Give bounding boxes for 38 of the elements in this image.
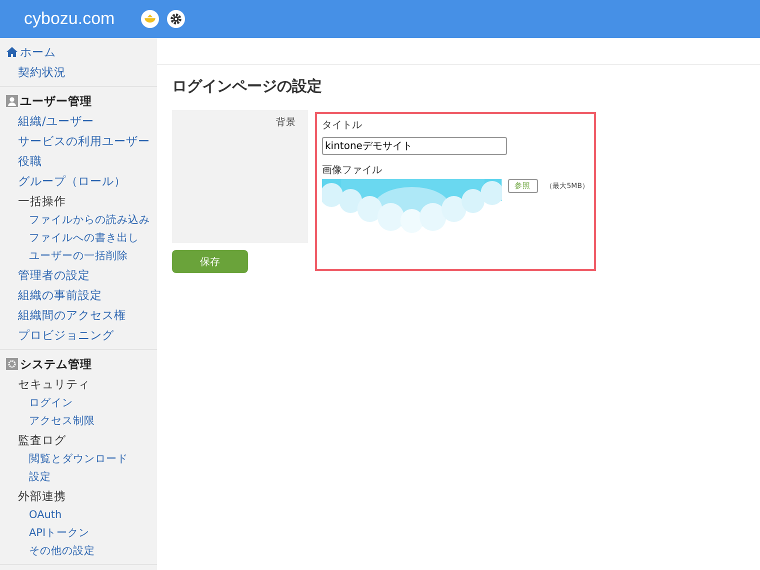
sidebar-link[interactable]: ファイルへの書き出し: [0, 229, 157, 247]
section-heading: システム管理: [20, 356, 92, 372]
group-label: 一括操作: [17, 193, 67, 210]
bowl-icon[interactable]: [140, 10, 159, 28]
gear-icon: [6, 358, 18, 370]
title-input[interactable]: kintoneデモサイト: [322, 137, 507, 155]
sidebar-link[interactable]: ユーザーの一括削除: [0, 247, 157, 265]
sidebar-link[interactable]: 組織/ユーザー: [0, 111, 157, 131]
sidebar-link[interactable]: 管理者の設定: [0, 265, 157, 285]
sidebar-link[interactable]: 設定: [0, 468, 157, 486]
sidebar-link[interactable]: ファイルからの読み込み: [0, 211, 157, 229]
sidebar-link[interactable]: プロビジョニング: [0, 325, 157, 345]
sidebar-link[interactable]: 組織の事前設定: [0, 285, 157, 305]
sidebar-link[interactable]: グループ（ロール）: [0, 171, 157, 191]
row-label: 背景: [276, 117, 296, 128]
field-label: 画像ファイル: [322, 164, 383, 177]
sidebar-link[interactable]: 組織間のアクセス権: [0, 305, 157, 325]
sidebar-link[interactable]: 契約状況: [0, 62, 157, 82]
group-label: セキュリティ: [17, 376, 91, 393]
user-icon: [6, 95, 18, 107]
sidebar-link[interactable]: 役職: [0, 151, 157, 171]
section-heading: ユーザー管理: [20, 94, 92, 108]
sidebar-link[interactable]: ホーム: [20, 44, 56, 60]
house-icon: [6, 46, 18, 58]
sidebar-link[interactable]: APIトークン: [0, 524, 157, 542]
save-button[interactable]: 保存: [172, 250, 248, 273]
sidebar-link[interactable]: OAuth: [0, 506, 157, 524]
logo-text[interactable]: cybozu.com: [24, 9, 115, 29]
group-label: 外部連携: [17, 488, 67, 505]
settings-icon[interactable]: [166, 10, 185, 28]
sidebar-link[interactable]: サービスの利用ユーザー: [0, 131, 157, 151]
group-label: 監査ログ: [17, 432, 67, 449]
field-label: タイトル: [322, 119, 363, 132]
sidebar-link[interactable]: ログイン: [0, 394, 157, 412]
page-title: ログインページの設定: [172, 77, 323, 96]
sidebar-link[interactable]: その他の設定: [0, 542, 157, 560]
sidebar-link[interactable]: 閲覧とダウンロード: [0, 450, 157, 468]
sidebar-link[interactable]: アクセス制限: [0, 412, 157, 430]
